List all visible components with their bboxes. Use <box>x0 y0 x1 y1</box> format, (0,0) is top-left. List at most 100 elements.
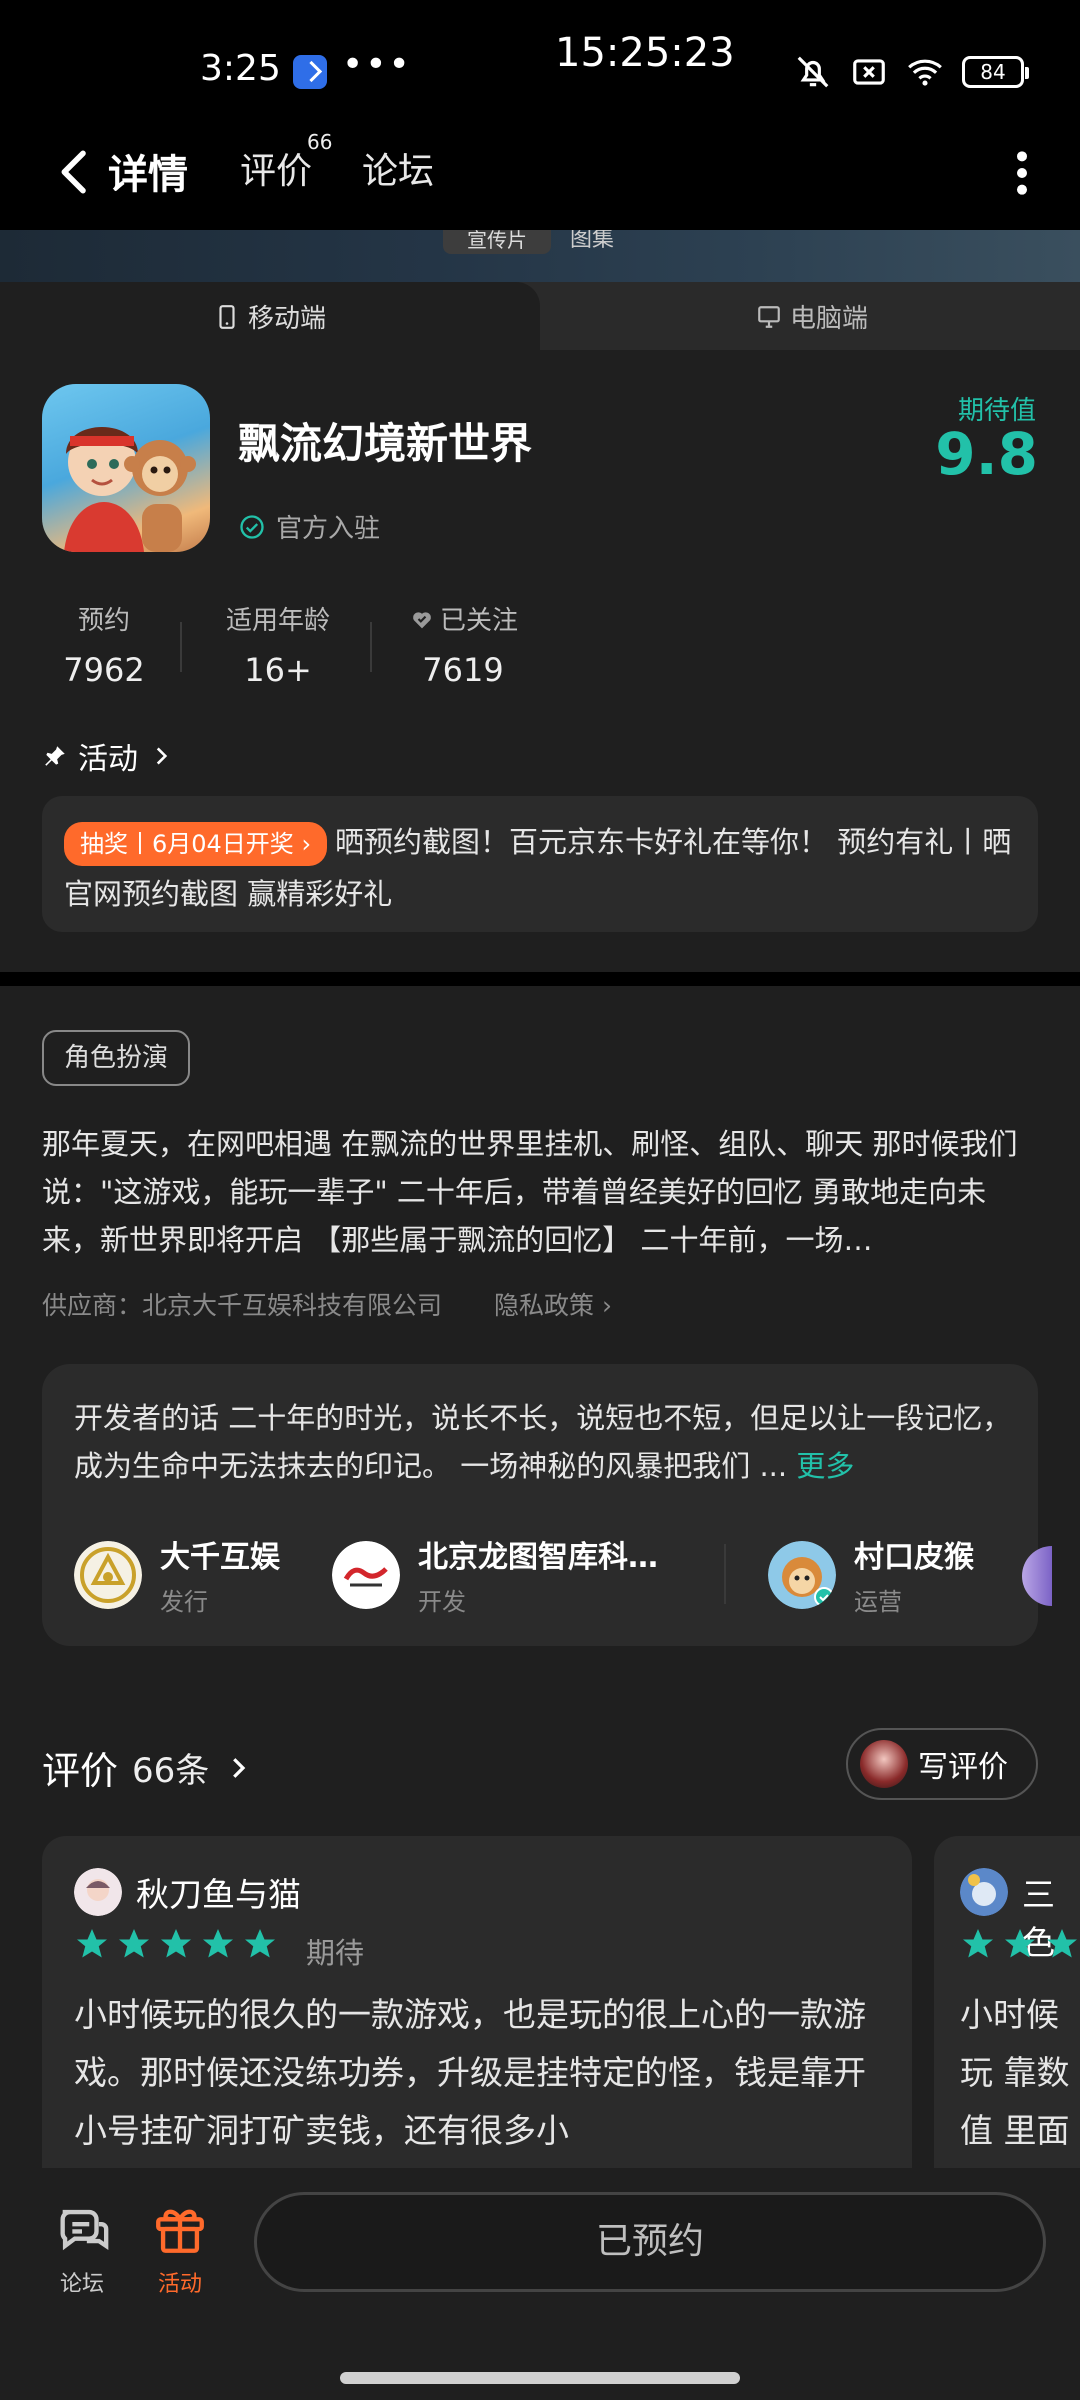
media-banner[interactable]: 宣传片 图集 <box>0 230 1080 282</box>
game-description[interactable]: 那年夏天，在网吧相遇 在飘流的世界里挂机、刷怪、组队、聊天 那时候我们说："这游… <box>42 1120 1040 1264</box>
reviews-title: 评价 <box>42 1749 119 1793</box>
activity-header[interactable]: 活动 <box>42 734 174 778</box>
user-avatar <box>860 1740 908 1788</box>
wifi-icon <box>908 59 942 86</box>
stat-value: 7962 <box>63 651 145 689</box>
star-icon <box>77 1929 107 1958</box>
platform-tab-mobile-label: 移动端 <box>248 304 327 334</box>
stat-followers[interactable]: 已关注 7619 <box>396 600 530 689</box>
privacy-label: 隐私政策 <box>494 1291 595 1320</box>
game-icon <box>42 384 210 552</box>
stat-value: 7619 <box>422 651 504 689</box>
star-icon <box>245 1929 275 1958</box>
stat-value: 16+ <box>244 651 312 689</box>
phone-icon <box>219 304 235 329</box>
reviewer-avatar <box>960 1868 1008 1916</box>
forum-chat-icon <box>60 2209 109 2251</box>
publisher-logo <box>74 1540 142 1609</box>
company-developer[interactable]: 北京龙图智库科… 开发 <box>332 1532 658 1617</box>
stat-label: 适用年龄 <box>225 606 330 636</box>
company-role: 开发 <box>418 1588 466 1616</box>
app-notification-icon <box>293 55 327 89</box>
rating-stars <box>74 1926 278 1962</box>
star-icon <box>963 1929 993 1958</box>
review-tag: 期待 <box>306 1936 365 1970</box>
developer-note-text: 开发者的话 二十年的时光，说长不长，说短也不短，但足以让一段记忆，成为生命中无法… <box>74 1401 1012 1483</box>
status-time: 3:25 <box>200 48 281 89</box>
more-options-icon[interactable] <box>1012 148 1032 198</box>
reviews-count: 66条 <box>132 1751 210 1791</box>
star-icon <box>1047 1929 1077 1958</box>
pin-icon <box>45 746 65 766</box>
heart-check-icon <box>413 611 431 628</box>
operator-logo <box>768 1540 836 1609</box>
bottom-activity-label: 活动 <box>157 2272 202 2297</box>
bottom-action-bar: 论坛 活动 已预约 <box>0 2168 1080 2400</box>
star-icon <box>161 1929 191 1958</box>
chevron-right-icon <box>156 747 168 765</box>
game-title: 飘流幻境新世界 <box>238 419 533 468</box>
platform-tab-pc-label: 电脑端 <box>790 304 869 334</box>
platform-tab-pc[interactable]: 电脑端 <box>756 298 868 335</box>
battery-icon: 84 <box>962 56 1029 88</box>
section-separator <box>0 972 1080 986</box>
stat-divider <box>370 622 372 672</box>
monitor-icon <box>758 305 780 328</box>
developer-note: 开发者的话 二十年的时光，说长不长，说短也不短，但足以让一段记忆，成为生命中无法… <box>74 1394 1014 1490</box>
banner-video-chip[interactable]: 宣传片 <box>443 230 551 254</box>
write-review-button[interactable]: 写评价 <box>846 1728 1038 1800</box>
banner-gallery-label[interactable]: 图集 <box>570 230 614 251</box>
privacy-policy-link[interactable]: 隐私政策 › <box>494 1286 612 1322</box>
rating-stars <box>960 1926 1080 1962</box>
bottom-forum-label: 论坛 <box>59 2272 104 2297</box>
status-bar: 3:25 ••• 15:25:23 84 <box>0 0 1080 124</box>
activity-card[interactable]: 抽奖丨6月04日开奖 › 晒预约截图！百元京东卡好礼在等你！ 预约有礼丨晒官网预约… <box>42 796 1038 932</box>
status-icons: 84 <box>794 52 1029 92</box>
supplier-info: 供应商：北京大千互娱科技有限公司 <box>42 1291 443 1320</box>
stat-label-row: 已关注 <box>396 600 530 637</box>
star-icon <box>203 1929 233 1958</box>
no-sim-icon <box>853 59 885 85</box>
tab-reviews[interactable]: 评价 <box>240 142 312 194</box>
game-info-panel: 移动端 电脑端 飘流幻境新世界 官方入驻 期待值 9.8 预约 7962 适用年… <box>0 282 1080 972</box>
lottery-tag[interactable]: 抽奖丨6月04日开奖 › <box>64 822 328 866</box>
top-nav: 详情 评价 66 论坛 <box>0 124 1080 230</box>
company-name: 大千互娱 <box>160 1540 280 1575</box>
stat-age-rating: 适用年龄 16+ <box>210 600 346 689</box>
activity-title: 活动 <box>78 742 138 777</box>
company-role: 发行 <box>160 1588 208 1616</box>
stat-label: 已关注 <box>439 606 518 636</box>
reviews-header[interactable]: 评价 66条 <box>42 1740 253 1795</box>
expectation-score: 9.8 <box>935 420 1038 488</box>
lottery-tag-label: 抽奖丨6月04日开奖 <box>80 830 294 858</box>
more-notifications-icon: ••• <box>342 44 412 85</box>
tab-details[interactable]: 详情 <box>108 142 188 200</box>
bottom-activity-button[interactable]: 活动 <box>140 2200 220 2298</box>
status-clock: 15:25:23 <box>555 30 735 76</box>
stat-label: 预约 <box>77 606 130 636</box>
developer-note-more-link[interactable]: 更多 <box>796 1449 854 1483</box>
mute-bell-icon <box>797 56 829 88</box>
genre-tag[interactable]: 角色扮演 <box>42 1030 191 1086</box>
official-badge: 官方入驻 <box>238 508 380 545</box>
reviewer-avatar <box>74 1868 122 1916</box>
home-indicator[interactable] <box>340 2372 740 2384</box>
company-name: 村口皮猴 <box>854 1540 974 1575</box>
developer-logo <box>332 1540 400 1609</box>
bottom-forum-button[interactable]: 论坛 <box>42 2200 122 2298</box>
platform-tab-mobile[interactable]: 移动端 <box>214 298 326 335</box>
chevron-right-icon <box>233 1757 246 1778</box>
company-name: 北京龙图智库科… <box>418 1540 658 1575</box>
company-operator[interactable]: 村口皮猴 运营 <box>768 1532 974 1617</box>
official-label: 官方入驻 <box>276 514 381 544</box>
back-arrow-icon[interactable] <box>48 144 104 200</box>
tab-forum[interactable]: 论坛 <box>362 142 434 194</box>
reviewer-name: 秋刀鱼与猫 <box>136 1875 301 1914</box>
star-icon <box>1005 1929 1035 1958</box>
gift-icon <box>156 2209 204 2253</box>
verified-check-icon <box>240 514 264 539</box>
reserved-button[interactable]: 已预约 <box>254 2192 1046 2292</box>
star-icon <box>119 1929 149 1958</box>
company-divider <box>724 1544 726 1604</box>
company-publisher[interactable]: 大千互娱 发行 <box>74 1532 280 1617</box>
